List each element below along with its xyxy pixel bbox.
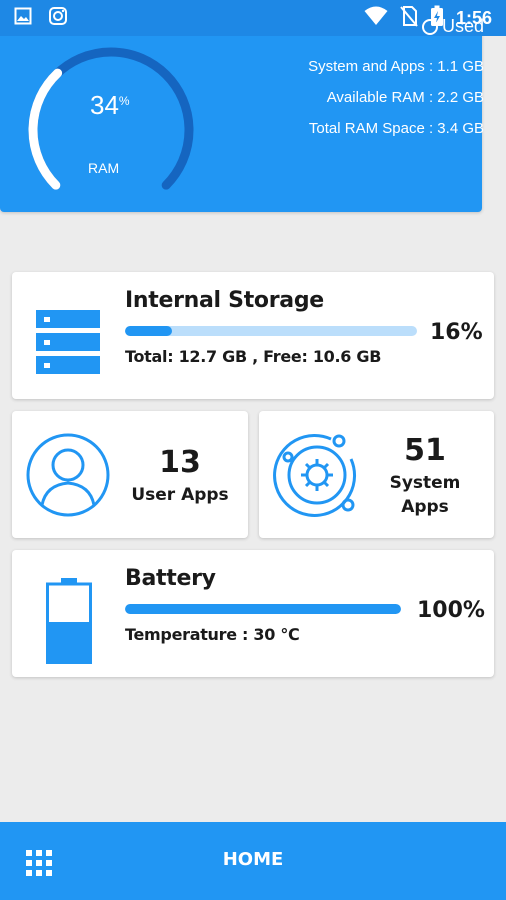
no-sim-icon bbox=[400, 5, 418, 32]
ram-gauge-used-arc bbox=[28, 68, 63, 190]
storage-total-free: Total: 12.7 GB , Free: 10.6 GB bbox=[125, 347, 382, 366]
ram-stat-available: Available RAM : 2.2 GB bbox=[326, 89, 484, 106]
battery-level-icon bbox=[46, 578, 92, 669]
battery-temperature: Temperature : 30 ℃ bbox=[125, 625, 300, 644]
wifi-icon bbox=[364, 6, 388, 31]
system-apps-count: 51 bbox=[404, 433, 446, 468]
used-legend-label: Used bbox=[441, 16, 484, 36]
storage-progress-fill bbox=[125, 326, 172, 336]
system-apps-label-line2: Apps bbox=[401, 497, 449, 517]
battery-progress-fill bbox=[125, 604, 401, 614]
ram-gauge bbox=[28, 47, 194, 190]
internal-storage-card[interactable]: Internal Storage 16% Total: 12.7 GB , Fr… bbox=[12, 272, 494, 399]
bottom-nav-bar: HOME bbox=[0, 822, 506, 900]
instagram-icon bbox=[48, 6, 68, 31]
used-legend: Used bbox=[421, 16, 484, 37]
ram-percent: 34% bbox=[90, 90, 130, 120]
storage-percent: 16% bbox=[430, 320, 483, 345]
user-apps-card[interactable]: 13 User Apps bbox=[12, 411, 248, 538]
system-apps-card[interactable]: 51 System Apps bbox=[259, 411, 494, 538]
user-apps-label: User Apps bbox=[131, 485, 229, 505]
battery-title: Battery bbox=[125, 566, 216, 591]
apps-grid-icon[interactable] bbox=[26, 850, 52, 876]
storage-server-icon bbox=[36, 308, 100, 381]
user-apps-count: 13 bbox=[159, 445, 201, 480]
image-icon bbox=[14, 7, 32, 30]
ram-label: RAM bbox=[88, 160, 120, 176]
system-apps-label: System Apps bbox=[369, 471, 481, 519]
system-gear-orbit-icon bbox=[271, 429, 363, 526]
battery-progress-bar bbox=[125, 604, 401, 614]
battery-percent: 100% bbox=[417, 598, 485, 623]
used-legend-dot-icon bbox=[421, 18, 438, 35]
tab-home[interactable]: HOME bbox=[200, 849, 306, 870]
user-avatar-icon bbox=[24, 431, 112, 524]
ram-stat-system-apps: System and Apps : 1.1 GB bbox=[308, 58, 484, 75]
storage-progress-bar bbox=[125, 326, 417, 336]
battery-card[interactable]: Battery 100% Temperature : 30 ℃ bbox=[12, 550, 494, 677]
ram-stat-total: Total RAM Space : 3.4 GB bbox=[308, 120, 484, 137]
storage-title: Internal Storage bbox=[125, 288, 324, 313]
ram-stats: System and Apps : 1.1 GB Available RAM :… bbox=[308, 58, 484, 151]
system-apps-label-line1: System bbox=[389, 473, 461, 493]
